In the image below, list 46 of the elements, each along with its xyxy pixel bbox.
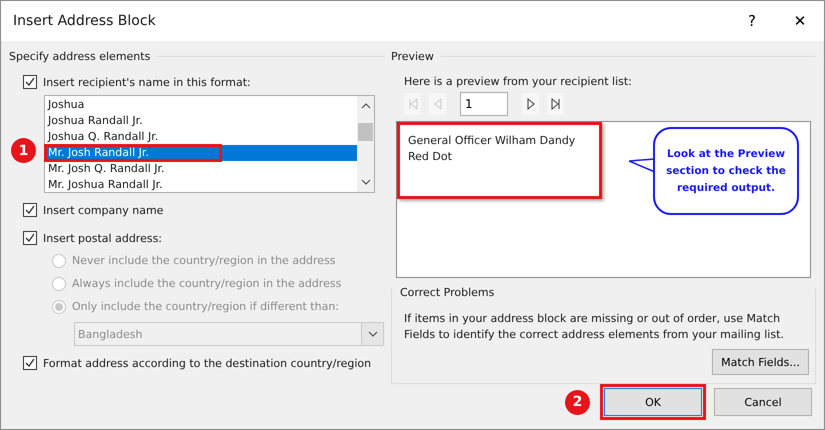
checkbox[interactable] <box>23 356 37 370</box>
last-record-button[interactable] <box>547 93 564 115</box>
list-item[interactable]: Mr. Josh Q. Randall Jr. <box>45 161 357 177</box>
checkbox-label: Insert company name <box>43 204 164 216</box>
list-item[interactable]: Joshua <box>45 97 357 113</box>
callout-bubble: Look at the Preview section to check the required output. <box>653 127 799 215</box>
preview-caption: Here is a preview from your recipient list: <box>403 74 633 90</box>
list-item[interactable]: Mr. Joshua Randall Jr. <box>45 177 357 193</box>
group-title: Correct Problems <box>400 286 496 299</box>
radio-label: Always include the country/region in the address <box>72 277 342 290</box>
match-fields-button[interactable]: Match Fields... <box>712 349 809 375</box>
checkbox-label: Insert postal address: <box>43 232 162 244</box>
last-icon <box>550 98 560 110</box>
list-item[interactable]: Joshua Q. Randall Jr. <box>45 129 357 145</box>
help-button[interactable]: ? <box>728 1 776 41</box>
previous-icon <box>432 98 442 110</box>
radio-label: Never include the country/region in the address <box>72 254 336 267</box>
checkbox[interactable] <box>23 75 37 89</box>
checkmark-icon <box>25 205 35 215</box>
checkbox-label: Insert recipient's name in this format: <box>43 76 251 88</box>
dialog-button[interactable]: Cancel <box>714 388 812 416</box>
next-record-button[interactable] <box>522 93 539 115</box>
dialog-button[interactable]: OK <box>604 388 702 416</box>
checkmark-icon <box>25 233 35 243</box>
record-field[interactable]: 1 <box>460 92 508 116</box>
checkbox-label: Format address according to the destination country/region <box>43 356 372 370</box>
checkbox[interactable] <box>23 203 37 217</box>
step-marker: 1 <box>11 138 36 163</box>
list-item[interactable]: Joshua Randall Jr. <box>45 113 357 129</box>
checkmark-icon <box>25 77 35 87</box>
checkbox[interactable] <box>23 231 37 245</box>
group-title: Specify address elements <box>9 50 150 62</box>
checkmark-icon <box>25 358 35 368</box>
address-line: General Officer Wilham Dandy <box>408 133 576 149</box>
group-title: Preview <box>391 50 434 62</box>
help-text: If items in your address block are missing or out of order, use Match Fields to identify the correct address elements from your mailing list. <box>404 311 785 343</box>
next-icon <box>526 98 536 110</box>
address-line: Red Dot <box>408 149 453 165</box>
first-icon <box>408 98 418 110</box>
step-marker: 2 <box>565 390 590 414</box>
close-button[interactable]: ✕ <box>776 1 824 41</box>
list-item[interactable]: Mr. Josh Randall Jr. <box>45 145 357 161</box>
radio-label: Only include the country/region if different than: <box>72 300 339 313</box>
window-title: Insert Address Block <box>13 13 157 29</box>
name-format-list[interactable]: Joshua Joshua Randall Jr. Joshua Q. Randall Jr. Mr. Josh Randall Jr. Mr. Josh Q. Randall Jr. Mr. Joshua Randall Jr. <box>44 95 375 193</box>
scrollbar-thumb[interactable] <box>358 123 373 141</box>
